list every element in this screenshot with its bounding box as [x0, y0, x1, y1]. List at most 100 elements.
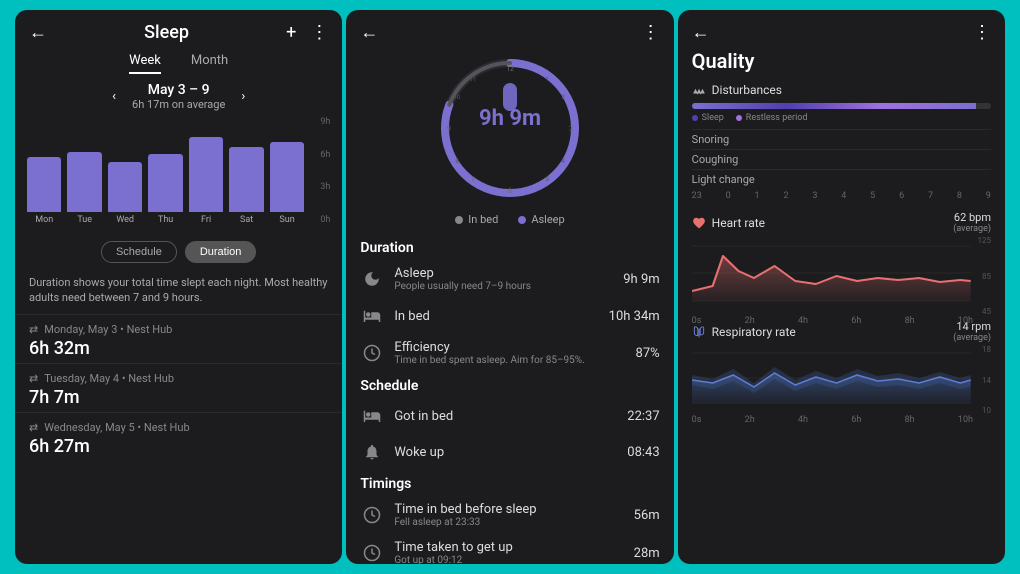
bar-sat: Sat [229, 147, 263, 225]
legend-sleep: Sleep [692, 113, 724, 123]
metric-icon-inbed [360, 304, 384, 328]
legend-inbed: In bed [455, 213, 498, 226]
grid-3h: 3h [320, 182, 330, 192]
entry-title-tuesday: ⇄ Tuesday, May 4 • Nest Hub [29, 372, 328, 385]
metric-wokeup: Woke up 08:43 [346, 434, 673, 470]
rr-avg: (average) [953, 333, 991, 343]
legend-label-inbed: In bed [468, 213, 498, 226]
sleep-entry-monday: ⇄ Monday, May 3 • Nest Hub 6h 32m [15, 314, 342, 363]
hr-x-6h: 6h [851, 316, 861, 326]
rr-chart: 18 14 10 [692, 345, 991, 415]
metric-icon-timetosleep [360, 503, 384, 527]
time-label-1: 1 [755, 191, 760, 201]
bar-label-mon: Mon [35, 215, 53, 225]
disturbances-title: Disturbances [692, 83, 991, 97]
hr-x-4h: 4h [798, 316, 808, 326]
lungs-icon [692, 325, 706, 339]
toggle-buttons: Schedule Duration [15, 233, 342, 271]
hr-value-block: 62 bpm (average) [953, 211, 991, 234]
disturbances-section: Disturbances Sleep Restless period Snori… [678, 79, 1005, 207]
time-label-4: 4 [841, 191, 846, 201]
metric-info-wokeup: Woke up [394, 445, 617, 460]
respiratory-rate-section: Respiratory rate 14 rpm (average) 18 14 … [678, 316, 1005, 415]
bar-fill-sat [229, 147, 263, 212]
metric-value-asleep: 9h 9m [623, 272, 659, 287]
time-label-6: 6 [899, 191, 904, 201]
rr-label: Respiratory rate [712, 325, 796, 339]
disturbance-timeline-bar [692, 103, 991, 109]
metric-name-timetosleep: Time in bed before sleep [394, 502, 623, 517]
legend-dot-asleep [518, 216, 526, 224]
hr-y-labels: 125 85 45 [977, 236, 991, 316]
time-label-5: 5 [870, 191, 875, 201]
metric-sub-efficiency: Time in bed spent asleep. Aim for 85–95%… [394, 355, 625, 366]
date-range-block: May 3 – 9 6h 17m on average [132, 82, 225, 111]
metric-timetosleep: Time in bed before sleep Fell asleep at … [346, 496, 673, 534]
sleep-entry-tuesday: ⇄ Tuesday, May 4 • Nest Hub 7h 7m [15, 363, 342, 412]
header-icons: + ⋮ [286, 22, 328, 43]
entry-title-wednesday: ⇄ Wednesday, May 5 • Nest Hub [29, 421, 328, 434]
entry-value-monday: 6h 32m [29, 338, 328, 359]
metric-sub-asleep: People usually need 7–9 hours [394, 281, 613, 292]
entry-value-tuesday: 7h 7m [29, 387, 328, 408]
bar-fill-sun [270, 142, 304, 212]
bar-fill-wed [108, 162, 142, 212]
section-duration: Duration [346, 234, 673, 260]
metric-sub-timetowake: Got up at 09:12 [394, 555, 623, 564]
hr-chart-svg [692, 236, 991, 311]
section-schedule: Schedule [346, 372, 673, 398]
bar-fill-mon [27, 157, 61, 212]
hr-x-axis: 0s2h4h6h8h10h [692, 315, 991, 326]
heart-icon [692, 216, 706, 230]
rr-y-10: 10 [982, 406, 991, 415]
prev-week-icon[interactable]: ‹ [112, 89, 116, 104]
dist-lightchange: Light change [692, 169, 991, 189]
hr-y-125: 125 [977, 236, 991, 245]
metric-icon-wokeup [360, 440, 384, 464]
more-icon-p2[interactable]: ⋮ [642, 22, 660, 43]
metric-info-timetowake: Time taken to get up Got up at 09:12 [394, 540, 623, 564]
sleep-label: Sleep [702, 113, 724, 123]
metric-icon-efficiency [360, 341, 384, 365]
entry-title-monday: ⇄ Monday, May 3 • Nest Hub [29, 323, 328, 336]
rr-x-6h: 6h [851, 415, 861, 425]
time-label-2: 2 [783, 191, 788, 201]
metric-info-asleep: Asleep People usually need 7–9 hours [394, 266, 613, 292]
section-timings: Timings [346, 470, 673, 496]
restless-label: Restless period [746, 113, 808, 123]
metric-value-wokeup: 08:43 [627, 445, 659, 460]
next-week-icon[interactable]: › [241, 89, 245, 104]
svg-text:6: 6 [508, 187, 512, 195]
back-icon-p3[interactable]: ← [692, 22, 710, 43]
bar-mon: Mon [27, 157, 61, 225]
time-label-9: 9 [986, 191, 991, 201]
restless-dot [736, 115, 742, 121]
back-icon-p2[interactable]: ← [360, 22, 378, 43]
svg-text:3: 3 [569, 125, 573, 133]
back-icon[interactable]: ← [29, 22, 47, 43]
grid-6h: 6h [320, 150, 330, 160]
week-month-tabs: Week Month [15, 49, 342, 74]
disturbance-rows: Snoring Coughing Light change [692, 129, 991, 189]
bar-fill-thu [148, 154, 182, 212]
bar-label-sat: Sat [240, 215, 253, 225]
disturbance-bar-fill [692, 103, 976, 109]
rr-chart-svg [692, 345, 991, 410]
date-avg: 6h 17m on average [132, 98, 225, 111]
metric-icon-gotinbed [360, 404, 384, 428]
bar-label-thu: Thu [158, 215, 173, 225]
more-icon[interactable]: ⋮ [310, 22, 328, 43]
more-icon-p3[interactable]: ⋮ [973, 22, 991, 43]
tab-month[interactable]: Month [191, 53, 228, 74]
tab-week[interactable]: Week [129, 53, 161, 74]
schedule-button[interactable]: Schedule [101, 241, 177, 263]
hr-x-8h: 8h [905, 316, 915, 326]
metric-info-inbed: In bed [394, 309, 598, 324]
hr-chart: 125 85 45 [692, 236, 991, 316]
svg-text:9: 9 [447, 125, 451, 133]
metric-name-wokeup: Woke up [394, 445, 617, 460]
wave-icon [692, 83, 706, 97]
time-label-7: 7 [928, 191, 933, 201]
add-icon[interactable]: + [286, 22, 296, 43]
duration-button[interactable]: Duration [185, 241, 257, 263]
